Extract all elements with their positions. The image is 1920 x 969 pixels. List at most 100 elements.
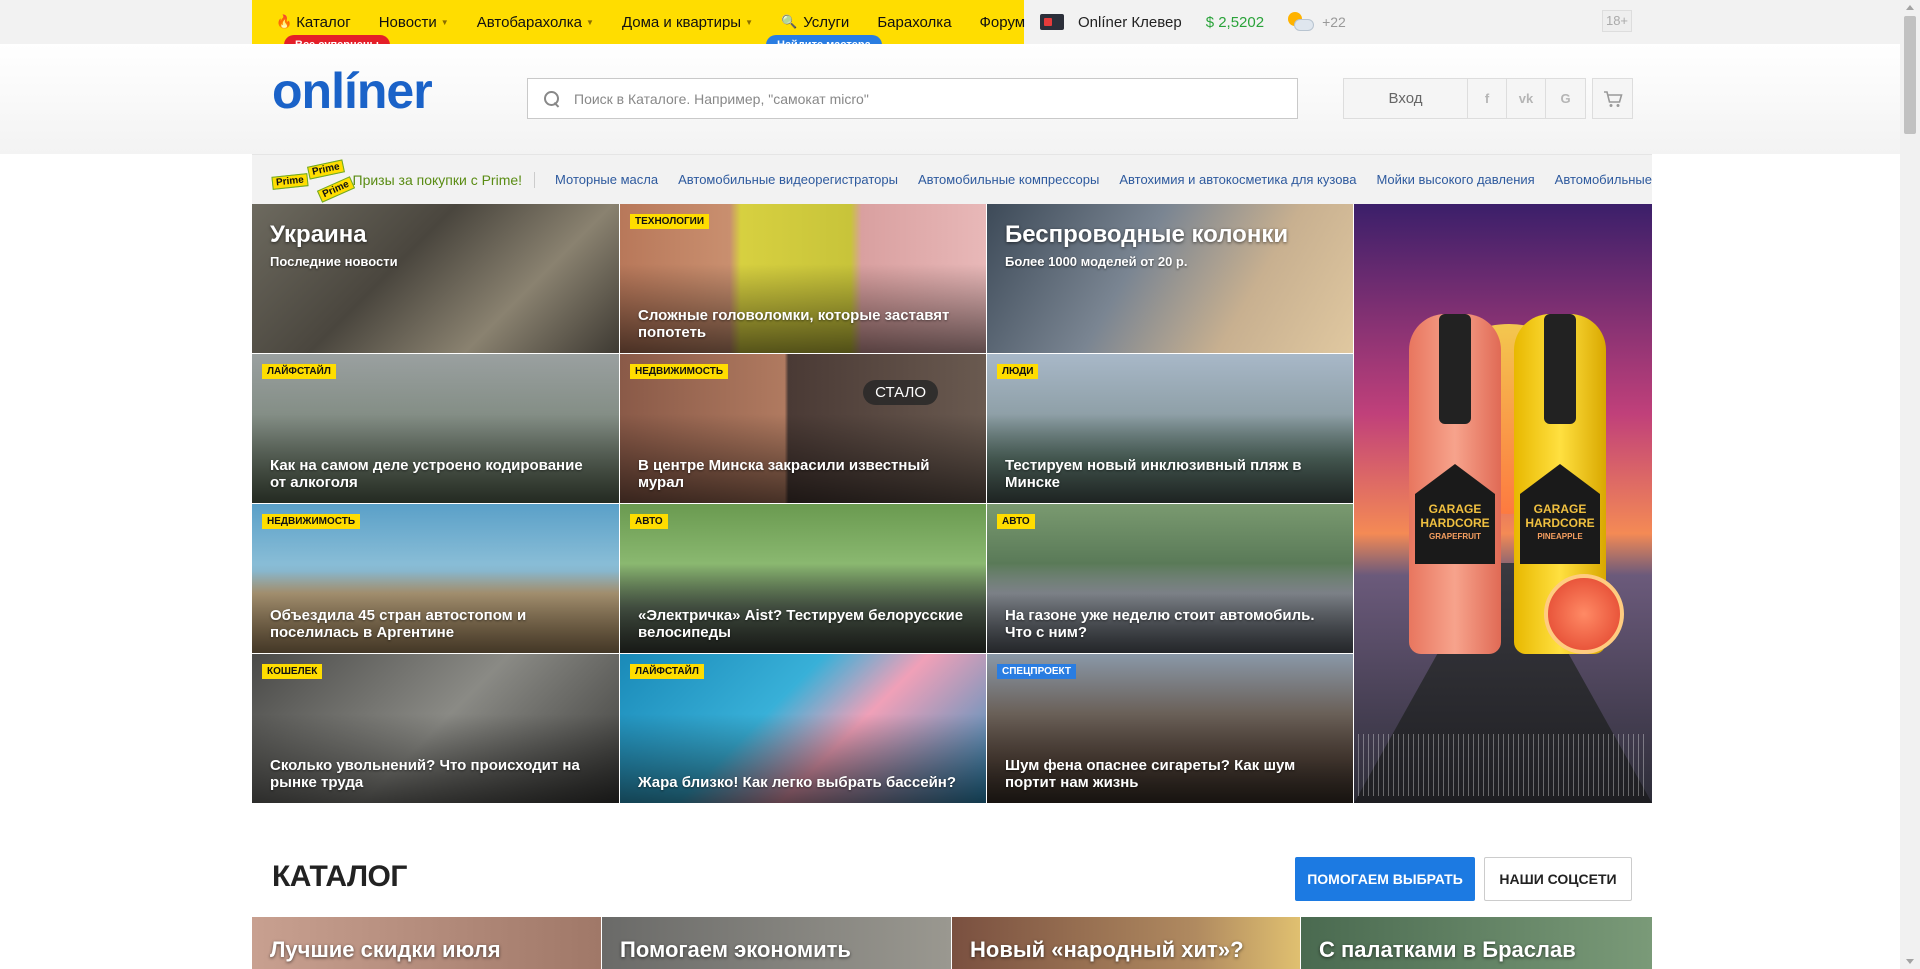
nav-catalog[interactable]: 🔥 Каталог (276, 14, 351, 31)
news-tile-speakers[interactable]: Беспроводные колонки Более 1000 моделей … (987, 204, 1353, 353)
tile-tag: Авто (997, 514, 1035, 529)
tile-subtitle: Последние новости (270, 254, 398, 269)
nav-baraholka[interactable]: Барахолка (877, 14, 951, 31)
tile-tag: Недвижимость (262, 514, 361, 529)
promo-title: С палатками в Браслав (1319, 937, 1576, 962)
nav-news-label: Новости (378, 13, 437, 31)
prime-link[interactable]: Автохимия и автокосметика для кузова (1119, 172, 1356, 187)
tile-tag: Спецпроект (997, 664, 1077, 679)
prime-link[interactable]: Мойки высокого давления (1376, 172, 1534, 187)
page-scrollbar[interactable] (1900, 0, 1920, 969)
news-tile[interactable]: Лайфстайл Как на самом деле устроено код… (252, 354, 619, 503)
onliner-logo[interactable]: onlíner (272, 62, 433, 120)
our-socials-button[interactable]: НАШИ СОЦСЕТИ (1484, 857, 1632, 901)
prime-link[interactable]: Автомобильные компрессоры (918, 172, 1099, 187)
tile-tag: Люди (997, 364, 1039, 379)
after-badge: СТАЛО (863, 380, 938, 405)
advertisement-banner[interactable]: GARAGE HARDCORE GRAPEFRUIT GARAGE HARDCORE P… (1354, 204, 1652, 803)
prime-link[interactable]: Автомобильные (1555, 172, 1652, 187)
news-tile[interactable]: Спецпроект Шум фена опаснее сигареты? Ка… (987, 654, 1353, 803)
tile-title: Беспроводные колонки (1005, 221, 1289, 248)
chevron-down-icon: ▼ (440, 17, 449, 27)
prime-link[interactable]: Моторные масла (555, 172, 658, 187)
search-icon (544, 90, 560, 107)
chevron-down-icon: ▼ (745, 17, 753, 27)
age-rating: 18+ (1602, 10, 1632, 32)
news-tile[interactable]: Авто На газоне уже неделю стоит автомоби… (987, 504, 1353, 653)
nav-auto[interactable]: Автобарахолка ▼ (477, 14, 594, 31)
temperature[interactable]: +22 (1322, 14, 1346, 30)
tile-caption: «Электричка» Aist? Тестируем белорусские… (638, 607, 964, 641)
tile-caption: Тестируем новый инклюзивный пляж в Минск… (1005, 457, 1302, 491)
cart-icon (1603, 90, 1623, 107)
nav-catalog-label: Каталог (296, 13, 351, 31)
tile-caption: Как на самом деле устроено кодирование о… (270, 457, 583, 491)
tile-caption: Сложные головоломки, которые заставят по… (638, 307, 950, 341)
news-tile[interactable]: Недвижимость Объездила 45 стран автостоп… (252, 504, 619, 653)
news-tile[interactable]: Недвижимость СТАЛО В центре Минска закра… (620, 354, 986, 503)
login-group: Вход f vk G (1343, 78, 1586, 119)
news-tile[interactable]: Лайфстайл Жара близко! Как легко выбрать… (620, 654, 986, 803)
news-tile-puzzles[interactable]: Технологии Сложные головоломки, которые … (620, 204, 986, 353)
prime-link[interactable]: Автомобильные видеорегистраторы (678, 172, 898, 187)
promo-title: Помогаем экономить (620, 937, 851, 962)
grapefruit-image (1544, 574, 1624, 654)
ad-disclaimer (1358, 734, 1648, 796)
promo-title: Лучшие скидки июля (270, 937, 501, 962)
search-bar[interactable] (527, 78, 1298, 119)
help-choose-button[interactable]: ПОМОГАЕМ ВЫБРАТЬ (1295, 857, 1475, 901)
catalog-promo[interactable]: С палатками в Браслав (1301, 917, 1652, 969)
bottle-image: GARAGE HARDCORE GRAPEFRUIT (1409, 314, 1501, 654)
top-navigation: 🔥 Каталог Новости ▼ Автобарахолка ▼ Дома… (252, 0, 1652, 55)
catalog-promo[interactable]: Помогаем экономить (602, 917, 951, 969)
catalog-promo[interactable]: Лучшие скидки июля (252, 917, 601, 969)
nav-realty[interactable]: Дома и квартиры ▼ (622, 14, 753, 31)
login-button[interactable]: Вход (1344, 79, 1468, 118)
news-grid: Украина Последние новости Технологии Сло… (252, 204, 1652, 803)
catalog-promo[interactable]: Новый «народный хит»? (952, 917, 1300, 969)
cart-button[interactable] (1592, 78, 1633, 119)
tile-caption: Сколько увольнений? Что происходит на ры… (270, 757, 580, 791)
prime-badge[interactable]: Prime Prime Prime (271, 158, 355, 203)
chevron-down-icon: ▼ (586, 17, 594, 27)
wrench-icon: 🔍 (781, 14, 798, 29)
weather-icon[interactable] (1286, 10, 1316, 34)
catalog-heading: КАТАЛОГ (272, 860, 407, 893)
nav-services[interactable]: 🔍 Услуги (781, 14, 849, 31)
tile-tag: Кошелек (262, 664, 323, 679)
flame-icon: 🔥 (276, 14, 293, 29)
prime-title[interactable]: Призы за покупки с Prime! (353, 171, 536, 188)
news-tile[interactable]: Авто «Электричка» Aist? Тестируем белору… (620, 504, 986, 653)
tile-title: Украина (270, 221, 367, 248)
tile-caption: На газоне уже неделю стоит автомобиль. Ч… (1005, 607, 1315, 641)
news-tile[interactable]: Кошелек Сколько увольнений? Что происход… (252, 654, 619, 803)
scroll-up-icon[interactable] (1906, 5, 1914, 10)
news-tile[interactable]: Люди Тестируем новый инклюзивный пляж в … (987, 354, 1353, 503)
tile-tag: Лайфстайл (630, 664, 704, 679)
clever-icon (1040, 14, 1064, 30)
nav-services-label: Услуги (803, 13, 850, 31)
facebook-icon[interactable]: f (1468, 79, 1507, 118)
currency-rate[interactable]: $ 2,5202 (1206, 14, 1264, 31)
vk-icon[interactable]: vk (1507, 79, 1546, 118)
header-widgets: Onlíner Клевер $ 2,5202 +22 (1040, 0, 1346, 44)
scrollbar-thumb[interactable] (1904, 16, 1916, 134)
nav-auto-label: Автобарахолка (476, 13, 583, 31)
clever-link[interactable]: Onlíner Клевер (1078, 14, 1182, 31)
prime-strip: Prime Prime Prime Призы за покупки с Pri… (252, 154, 1652, 204)
google-icon[interactable]: G (1546, 79, 1585, 118)
scroll-down-icon[interactable] (1906, 959, 1914, 964)
search-input[interactable] (574, 90, 1274, 107)
tile-tag: Недвижимость (630, 364, 729, 379)
tile-tag: Авто (630, 514, 668, 529)
nav-realty-label: Дома и квартиры (621, 13, 742, 31)
tile-caption: Шум фена опаснее сигареты? Как шум порти… (1005, 757, 1296, 791)
promo-title: Новый «народный хит»? (970, 937, 1244, 962)
nav-forum-label: Форум (979, 13, 1026, 31)
news-tile-ukraine[interactable]: Украина Последние новости (252, 204, 619, 353)
tile-subtitle: Более 1000 моделей от 20 р. (1005, 254, 1188, 269)
nav-forum[interactable]: Форум (980, 14, 1026, 31)
tile-tag: Технологии (630, 214, 710, 229)
tile-tag: Лайфстайл (262, 364, 336, 379)
nav-news[interactable]: Новости ▼ (379, 14, 449, 31)
